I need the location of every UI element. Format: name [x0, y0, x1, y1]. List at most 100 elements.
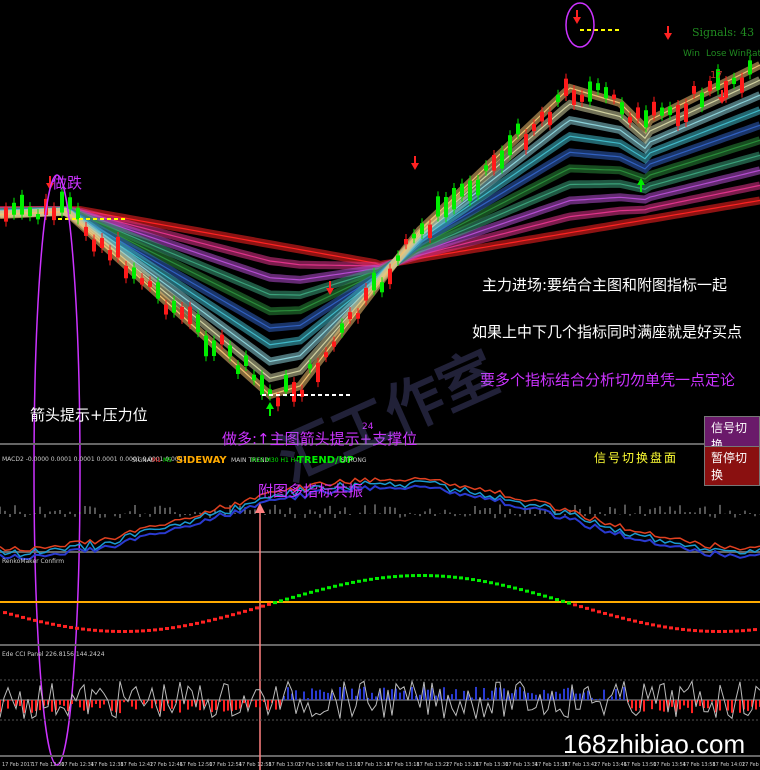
candle: [540, 111, 544, 122]
candle: [668, 106, 672, 115]
candle: [660, 107, 664, 116]
renko-dot: [363, 578, 367, 582]
site-watermark: 168zhibiao.com: [563, 729, 746, 759]
renko-dot: [735, 629, 739, 633]
signal-panel-label: 信号切换盘面: [594, 451, 679, 465]
candle: [476, 179, 480, 196]
renko-dot: [591, 608, 595, 612]
candle: [204, 335, 208, 357]
time-axis-label: 17 Feb 13:02: [268, 762, 301, 768]
renko-dot: [261, 604, 265, 608]
sell-arrow: [411, 163, 419, 170]
renko-dot: [255, 606, 259, 610]
candle: [372, 272, 376, 291]
renko-dot: [357, 579, 361, 583]
renko-dot: [747, 628, 751, 632]
lose-value: 17: [710, 70, 723, 81]
macd-line: [0, 480, 760, 558]
candle: [700, 92, 704, 108]
renko-dot: [183, 624, 187, 628]
renko-dot: [165, 627, 169, 631]
renko-dot: [381, 576, 385, 580]
candle: [148, 281, 152, 287]
renko-dot: [609, 613, 613, 617]
renko-dot: [309, 590, 313, 594]
renko-dot: [537, 592, 541, 596]
renko-dot: [51, 622, 55, 626]
candle: [76, 207, 80, 220]
candle: [724, 81, 728, 98]
renko-dot: [573, 603, 577, 607]
candle: [748, 60, 752, 75]
candle: [548, 111, 552, 126]
time-axis-label: 17 Feb 14:06: [742, 762, 760, 768]
time-axis-label: 17 Feb 13:10: [328, 762, 361, 768]
renko-dot: [483, 580, 487, 584]
renko-dot: [513, 586, 517, 590]
pause-switch-button[interactable]: 暂停切换: [704, 446, 760, 486]
macd-signal-line: [0, 484, 760, 561]
renko-dot: [3, 611, 7, 615]
renko-dot: [225, 614, 229, 618]
win-label: Win: [683, 49, 700, 59]
time-axis-label: 17 Feb 12:30: [32, 762, 65, 768]
candle: [452, 187, 456, 210]
macd-signal-label: SIGNAL: [132, 457, 155, 464]
winrate-label: WinRate: [729, 49, 760, 59]
renko-dot: [27, 617, 31, 621]
candle: [692, 86, 696, 94]
renko-dot: [129, 629, 133, 633]
candle: [564, 78, 568, 96]
candle: [60, 191, 64, 213]
renko-dot: [417, 574, 421, 578]
renko-dot: [393, 575, 397, 579]
renko-dot: [405, 574, 409, 578]
candle: [420, 223, 424, 235]
candle: [708, 80, 712, 92]
candle: [164, 304, 168, 315]
renko-dot: [177, 625, 181, 629]
candle: [444, 197, 448, 218]
time-axis-label: 17 Feb 13:34: [505, 762, 538, 768]
candle: [588, 81, 592, 102]
candle: [644, 110, 648, 128]
candle: [676, 104, 680, 127]
candle: [572, 90, 576, 105]
renko-dot: [351, 580, 355, 584]
renko-dot: [15, 614, 19, 618]
time-axis-label: 17 Feb 13:54: [653, 762, 686, 768]
candle: [180, 306, 184, 319]
candle: [468, 180, 472, 201]
renko-dot: [117, 629, 121, 633]
renko-dot: [93, 628, 97, 632]
renko-dot: [69, 625, 73, 629]
candle: [324, 352, 328, 358]
renko-dot: [39, 620, 43, 624]
renko-dot: [525, 589, 529, 593]
buy-arrow: [266, 402, 274, 409]
renko-dot: [651, 623, 655, 627]
renko-dot: [561, 599, 565, 603]
candle: [500, 150, 504, 169]
candle: [220, 334, 224, 345]
candle: [284, 374, 288, 392]
renko-dot: [141, 629, 145, 633]
candle: [604, 87, 608, 99]
time-axis-label: 17 Feb 13:38: [535, 762, 568, 768]
highlight-ellipse: [565, 2, 595, 48]
renko-dot: [159, 627, 163, 631]
renko-dot: [705, 629, 709, 633]
macd-m1-label: M1: [152, 457, 161, 464]
candle: [652, 101, 656, 116]
renko-dot: [21, 615, 25, 619]
signals-label: Signals: 43: [692, 26, 755, 39]
renko-dot: [315, 589, 319, 593]
candle: [252, 374, 256, 381]
renko-dot: [627, 618, 631, 622]
renko-dot: [441, 574, 445, 578]
sell-annotation: 做跌: [52, 174, 83, 192]
renko-dot: [507, 585, 511, 589]
candle: [492, 154, 496, 171]
renko-dot: [681, 627, 685, 631]
renko-dot: [321, 587, 325, 591]
